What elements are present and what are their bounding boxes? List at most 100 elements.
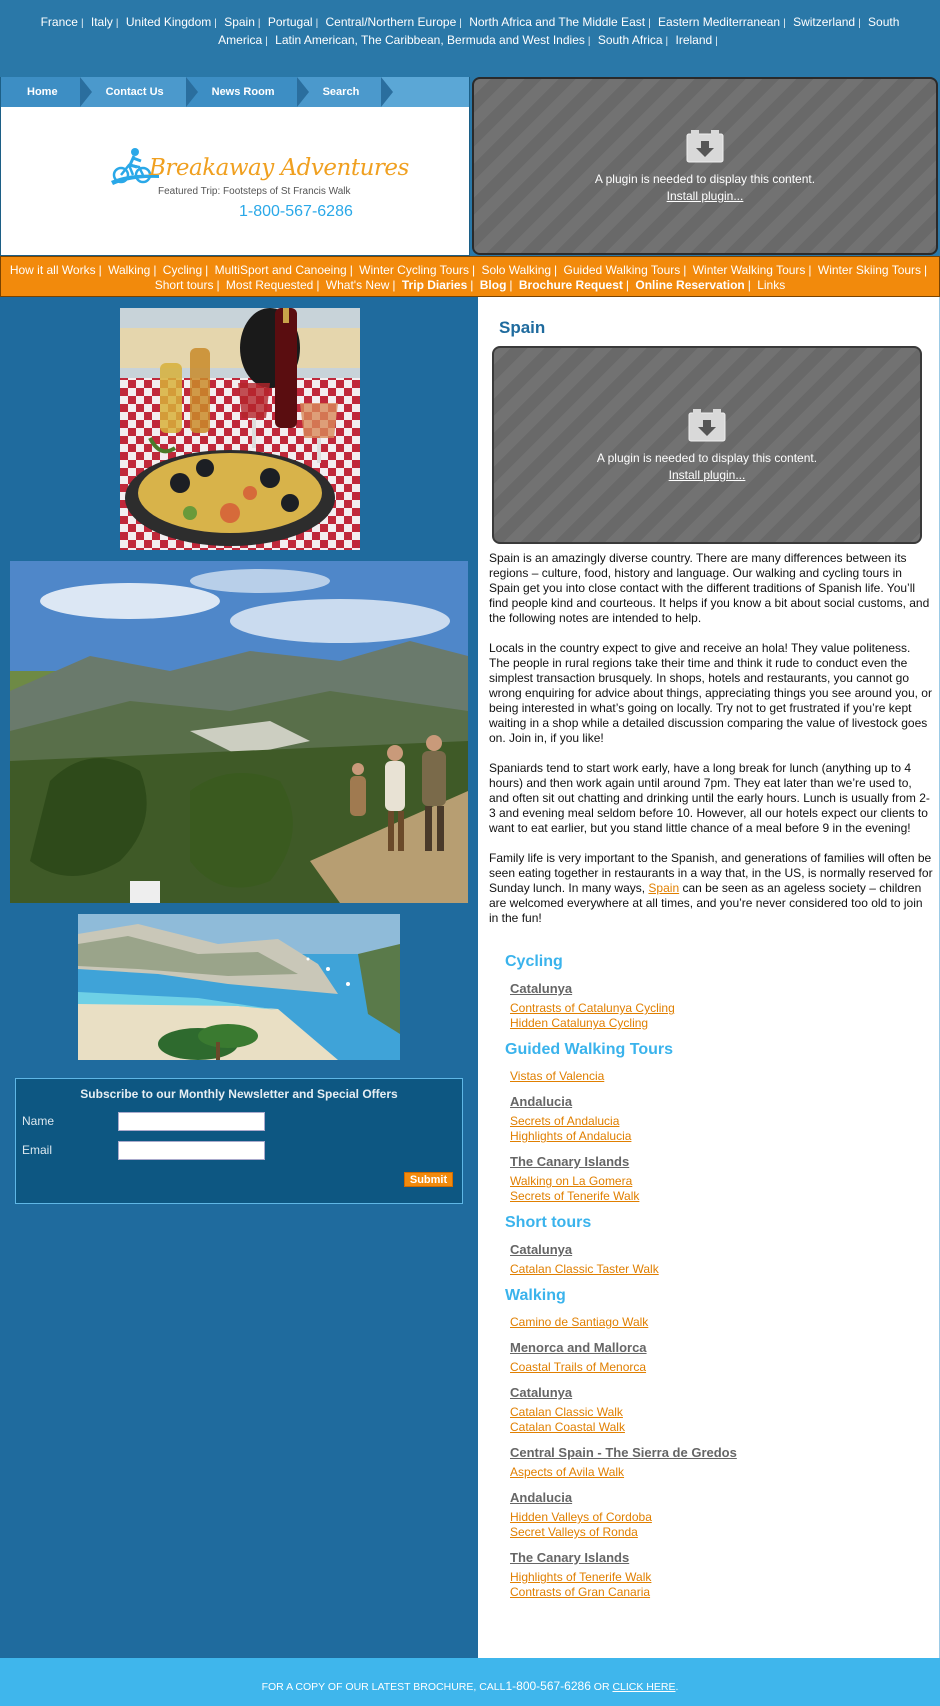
region-link[interactable]: Switzerland (793, 15, 855, 29)
nav-tab-label: Home (27, 86, 58, 98)
tour-link[interactable]: Secrets of Andalucia (510, 1114, 925, 1129)
separator: | (715, 36, 718, 47)
category-link[interactable]: Links (757, 278, 785, 292)
region-link[interactable]: Spain (224, 15, 255, 29)
category-link[interactable]: Cycling (163, 263, 202, 277)
region-link[interactable]: North Africa and The Middle East (469, 15, 645, 29)
tour-link[interactable]: Hidden Valleys of Cordoba (510, 1510, 925, 1525)
left-column: Subscribe to our Monthly Newsletter and … (0, 297, 478, 1694)
region-link[interactable]: Latin American, The Caribbean, Bermuda a… (275, 33, 585, 47)
main-nav: Home Contact Us News Room Search (1, 77, 469, 107)
region-heading-link[interactable]: Andalucia (510, 1490, 925, 1505)
page-title: Spain (499, 318, 546, 337)
category-link[interactable]: Walking (108, 263, 150, 277)
region-link[interactable]: Italy (91, 15, 113, 29)
tour-group: The Canary Islands Walking on La Gomera Se… (505, 1154, 925, 1204)
brochure-click-here-link[interactable]: CLICK HERE (612, 1681, 675, 1693)
newsletter-form: Subscribe to our Monthly Newsletter and … (15, 1078, 463, 1204)
article: Spain is an amazingly diverse country. T… (489, 551, 934, 941)
nav-tab-home[interactable]: Home (1, 77, 92, 107)
region-heading-link[interactable]: The Canary Islands (510, 1550, 925, 1565)
nav-tab-news-room[interactable]: News Room (185, 77, 309, 107)
region-heading-link[interactable]: Central Spain - The Sierra de Gredos (510, 1445, 925, 1460)
category-link[interactable]: Winter Cycling Tours (359, 263, 469, 277)
nav-tab-label: News Room (211, 86, 275, 98)
footer-phone: 1-800-567-6286 (505, 1679, 591, 1693)
region-link[interactable]: Portugal (268, 15, 313, 29)
tour-link[interactable]: Contrasts of Gran Canaria (510, 1585, 925, 1600)
tour-category-heading: Guided Walking Tours (505, 1041, 673, 1058)
separator: | (80, 18, 84, 29)
region-heading-link[interactable]: Catalunya (510, 1242, 925, 1257)
tour-link[interactable]: Catalan Classic Walk (510, 1405, 925, 1420)
category-link[interactable]: MultiSport and Canoeing (215, 263, 347, 277)
tour-category-heading: Cycling (505, 953, 563, 970)
tour-link[interactable]: Vistas of Valencia (510, 1069, 925, 1084)
email-field[interactable] (118, 1141, 265, 1160)
tour-link[interactable]: Catalan Coastal Walk (510, 1420, 925, 1435)
region-link[interactable]: Eastern Mediterranean (658, 15, 780, 29)
separator: | (115, 18, 119, 29)
region-heading-link[interactable]: Catalunya (510, 1385, 925, 1400)
logo[interactable]: Breakaway Adventures Featured Trip: Foot… (1, 107, 469, 255)
region-heading-link[interactable]: Catalunya (510, 981, 925, 996)
region-heading-link[interactable]: Andalucia (510, 1094, 925, 1109)
separator: | (554, 263, 558, 277)
nav-tab-contact-us[interactable]: Contact Us (79, 77, 198, 107)
tour-link[interactable]: Catalan Classic Taster Walk (510, 1262, 925, 1277)
category-link[interactable]: What's New (326, 278, 390, 292)
category-link[interactable]: Guided Walking Tours (564, 263, 681, 277)
hikers-mountain-photo (10, 561, 468, 903)
category-nav: How it all Works | Walking | Cycling | Mult… (0, 256, 940, 297)
category-link[interactable]: Online Reservation (635, 278, 744, 292)
install-plugin-link[interactable]: Install plugin... (669, 468, 746, 482)
tour-link[interactable]: Aspects of Avila Walk (510, 1465, 925, 1480)
featured-trip[interactable]: Featured Trip: Footsteps of St Francis W… (158, 186, 350, 197)
region-link[interactable]: South Africa (598, 33, 663, 47)
tour-link[interactable]: Coastal Trails of Menorca (510, 1360, 925, 1375)
plugin-placeholder[interactable]: A plugin is needed to display this conte… (472, 77, 938, 255)
tour-link[interactable]: Highlights of Tenerife Walk (510, 1570, 925, 1585)
tour-group: Andalucia Hidden Valleys of Cordoba Secret… (505, 1490, 925, 1540)
tour-group: Central Spain - The Sierra de Gredos Aspe… (505, 1445, 925, 1480)
tour-link[interactable]: Contrasts of Catalunya Cycling (510, 1001, 925, 1016)
separator: | (683, 263, 687, 277)
category-link[interactable]: Blog (480, 278, 507, 292)
category-link[interactable]: Brochure Request (519, 278, 623, 292)
tour-link[interactable]: Hidden Catalunya Cycling (510, 1016, 925, 1031)
submit-button[interactable]: Submit (404, 1172, 453, 1187)
name-field[interactable] (118, 1112, 265, 1131)
region-heading-link[interactable]: Menorca and Mallorca (510, 1340, 925, 1355)
separator: | (257, 18, 261, 29)
tour-link[interactable]: Highlights of Andalucia (510, 1129, 925, 1144)
separator: | (747, 278, 751, 292)
region-link[interactable]: Ireland (676, 33, 713, 47)
install-plugin-link[interactable]: Install plugin... (667, 189, 744, 203)
spain-link[interactable]: Spain (648, 881, 679, 895)
region-heading-link[interactable]: The Canary Islands (510, 1154, 925, 1169)
tour-link[interactable]: Secret Valleys of Ronda (510, 1525, 925, 1540)
category-link[interactable]: Winter Walking Tours (693, 263, 806, 277)
tour-link[interactable]: Camino de Santiago Walk (510, 1315, 925, 1330)
separator: | (648, 18, 651, 29)
plugin-placeholder[interactable]: A plugin is needed to display this conte… (492, 346, 922, 544)
category-link[interactable]: Solo Walking (481, 263, 551, 277)
beach-cove-photo (78, 914, 400, 1060)
footer: FOR A COPY OF OUR LATEST BROCHURE, CALL1… (0, 1658, 940, 1706)
separator: | (924, 263, 928, 277)
tour-group: Camino de Santiago Walk (505, 1315, 925, 1330)
category-link[interactable]: Most Requested (226, 278, 313, 292)
category-link[interactable]: Short tours (155, 278, 214, 292)
tour-link[interactable]: Secrets of Tenerife Walk (510, 1189, 925, 1204)
region-link[interactable]: Central/Northern Europe (326, 15, 457, 29)
nav-tab-search[interactable]: Search (296, 77, 393, 107)
separator: | (471, 263, 476, 277)
category-link[interactable]: How it all Works (10, 263, 96, 277)
tour-link[interactable]: Walking on La Gomera (510, 1174, 925, 1189)
region-link[interactable]: United Kingdom (126, 15, 211, 29)
category-link[interactable]: Winter Skiing Tours (818, 263, 921, 277)
region-link[interactable]: France (41, 15, 78, 29)
separator: | (349, 263, 353, 277)
footer-text: . (675, 1681, 679, 1693)
category-link[interactable]: Trip Diaries (402, 278, 467, 292)
